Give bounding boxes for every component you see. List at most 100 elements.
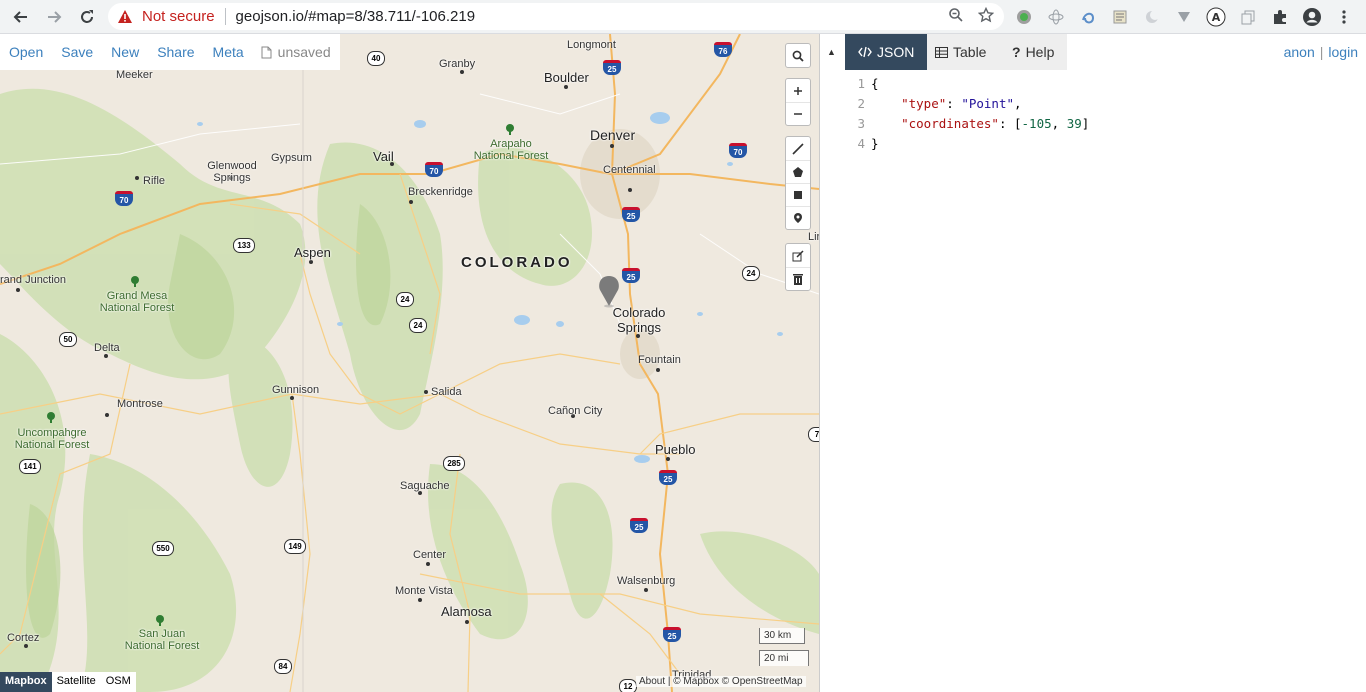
- draw-marker-icon[interactable]: [786, 206, 810, 229]
- zoom-out-icon[interactable]: [786, 102, 810, 125]
- place-label: Meeker: [116, 69, 153, 81]
- forest-label: Grand Mesa National Forest: [99, 290, 175, 314]
- place-label: Denver: [590, 127, 636, 143]
- place-label: Rifle: [143, 175, 166, 187]
- forest-label: Arapaho National Forest: [473, 138, 549, 162]
- browser-toolbar: Not secure geojson.io/#map=8/38.711/-106…: [0, 0, 1366, 34]
- anon-link[interactable]: anon: [1284, 44, 1315, 60]
- json-number: -105: [1021, 116, 1052, 131]
- side-panel: JSON Table ? Help anon | login 1 { 2 "type…: [845, 34, 1366, 692]
- line-number: 2: [857, 96, 865, 111]
- new-menu[interactable]: New: [102, 44, 148, 60]
- extension-green-icon[interactable]: [1014, 7, 1034, 27]
- code-icon: [858, 46, 872, 58]
- scale-mi: 20 mi: [759, 650, 809, 666]
- tab-help-label: Help: [1025, 44, 1055, 60]
- route-shield: 70: [115, 191, 133, 206]
- route-shield: 84: [274, 659, 292, 674]
- route-shield: 25: [659, 470, 677, 485]
- security-label[interactable]: Not secure: [142, 8, 215, 25]
- extension-copy-icon[interactable]: [1238, 7, 1258, 27]
- login-link[interactable]: login: [1328, 44, 1358, 60]
- extensions-puzzle-icon[interactable]: [1270, 7, 1290, 27]
- place-label: Salida: [431, 386, 462, 398]
- question-icon: ?: [1012, 44, 1021, 60]
- editor-line: 1 {: [845, 74, 1089, 94]
- draw-line-icon[interactable]: [786, 137, 810, 160]
- json-editor[interactable]: 1 { 2 "type": "Point", 3 "coordinates": …: [845, 74, 1089, 154]
- search-control[interactable]: [785, 43, 811, 68]
- point-marker: [599, 276, 619, 308]
- json-key: "type": [901, 96, 947, 111]
- place-label: Alamosa: [441, 604, 492, 619]
- draw-polygon-icon[interactable]: [786, 160, 810, 183]
- tab-help[interactable]: ? Help: [999, 34, 1067, 70]
- save-menu[interactable]: Save: [52, 44, 102, 60]
- layer-osm[interactable]: OSM: [101, 672, 136, 692]
- route-shield: 133: [233, 238, 255, 253]
- extension-react-icon[interactable]: [1046, 7, 1066, 27]
- layer-mapbox[interactable]: Mapbox: [0, 672, 52, 692]
- extension-a-icon[interactable]: A: [1206, 7, 1226, 27]
- url-text[interactable]: geojson.io/#map=8/38.711/-106.219: [236, 8, 476, 25]
- extension-swirl-icon[interactable]: [1078, 7, 1098, 27]
- extension-doc-icon[interactable]: [1110, 7, 1130, 27]
- place-label: rand Junction: [0, 274, 67, 286]
- zoom-control[interactable]: [785, 78, 811, 126]
- meta-menu[interactable]: Meta: [204, 44, 253, 60]
- route-shield: 40: [367, 51, 385, 66]
- open-menu[interactable]: Open: [0, 44, 52, 60]
- search-icon[interactable]: [786, 44, 810, 67]
- bookmark-star-icon[interactable]: [977, 6, 995, 27]
- zoom-icon[interactable]: [948, 7, 964, 27]
- json-string: "Point": [961, 96, 1015, 111]
- state-label: COLORADO: [461, 254, 573, 271]
- extension-vee-icon[interactable]: [1174, 7, 1194, 27]
- place-label: Walsenburg: [617, 575, 676, 587]
- draw-control[interactable]: [785, 136, 811, 230]
- place-label: Boulder: [544, 70, 589, 85]
- line-number: 4: [857, 136, 865, 151]
- tab-json[interactable]: JSON: [845, 34, 928, 70]
- zoom-in-icon[interactable]: [786, 79, 810, 102]
- code-text[interactable]: "coordinates": [-105, 39]: [867, 114, 1089, 134]
- code-text[interactable]: {: [867, 74, 879, 94]
- user-links: anon | login: [1283, 44, 1358, 60]
- map-attribution[interactable]: About | © Mapbox © OpenStreetMap: [636, 676, 806, 687]
- trash-icon[interactable]: [786, 267, 810, 290]
- back-icon[interactable]: [9, 5, 33, 29]
- draw-rectangle-icon[interactable]: [786, 183, 810, 206]
- collapse-panel-icon[interactable]: ▲: [827, 47, 836, 57]
- place-label: Montrose: [117, 398, 163, 410]
- route-shield: 285: [443, 456, 465, 471]
- place-label: Fountain: [638, 354, 681, 366]
- share-menu[interactable]: Share: [148, 44, 203, 60]
- panel-tabs: JSON Table ? Help anon | login: [845, 34, 1366, 70]
- map-canvas[interactable]: Longmont Granby Boulder Meeker Denver Ce…: [0, 34, 819, 692]
- place-label: Lir: [808, 231, 819, 243]
- route-shield: 25: [663, 627, 681, 642]
- file-status: unsaved: [253, 44, 331, 60]
- route-shield: 25: [630, 518, 648, 533]
- route-shield: 25: [603, 60, 621, 75]
- edit-control[interactable]: [785, 243, 811, 291]
- profile-avatar-icon[interactable]: [1302, 7, 1322, 27]
- forest-label: San Juan National Forest: [124, 628, 200, 652]
- route-shield: 25: [622, 207, 640, 222]
- place-label: Centennial: [603, 164, 656, 176]
- extension-moon-icon[interactable]: [1142, 7, 1162, 27]
- layer-satellite[interactable]: Satellite: [52, 672, 101, 692]
- reload-icon[interactable]: [75, 5, 99, 29]
- forward-icon[interactable]: [42, 5, 66, 29]
- line-number: 1: [857, 76, 865, 91]
- json-punct: ]: [1081, 116, 1090, 131]
- tab-table[interactable]: Table: [922, 34, 999, 70]
- place-label: Center: [413, 549, 447, 561]
- edit-icon[interactable]: [786, 244, 810, 267]
- place-label: Vail: [373, 149, 394, 164]
- browser-menu-icon[interactable]: [1334, 7, 1354, 27]
- code-text[interactable]: "type": "Point",: [867, 94, 1021, 114]
- code-text[interactable]: }: [867, 134, 879, 154]
- address-bar[interactable]: Not secure geojson.io/#map=8/38.711/-106…: [108, 3, 1004, 30]
- editor-line: 4 }: [845, 134, 1089, 154]
